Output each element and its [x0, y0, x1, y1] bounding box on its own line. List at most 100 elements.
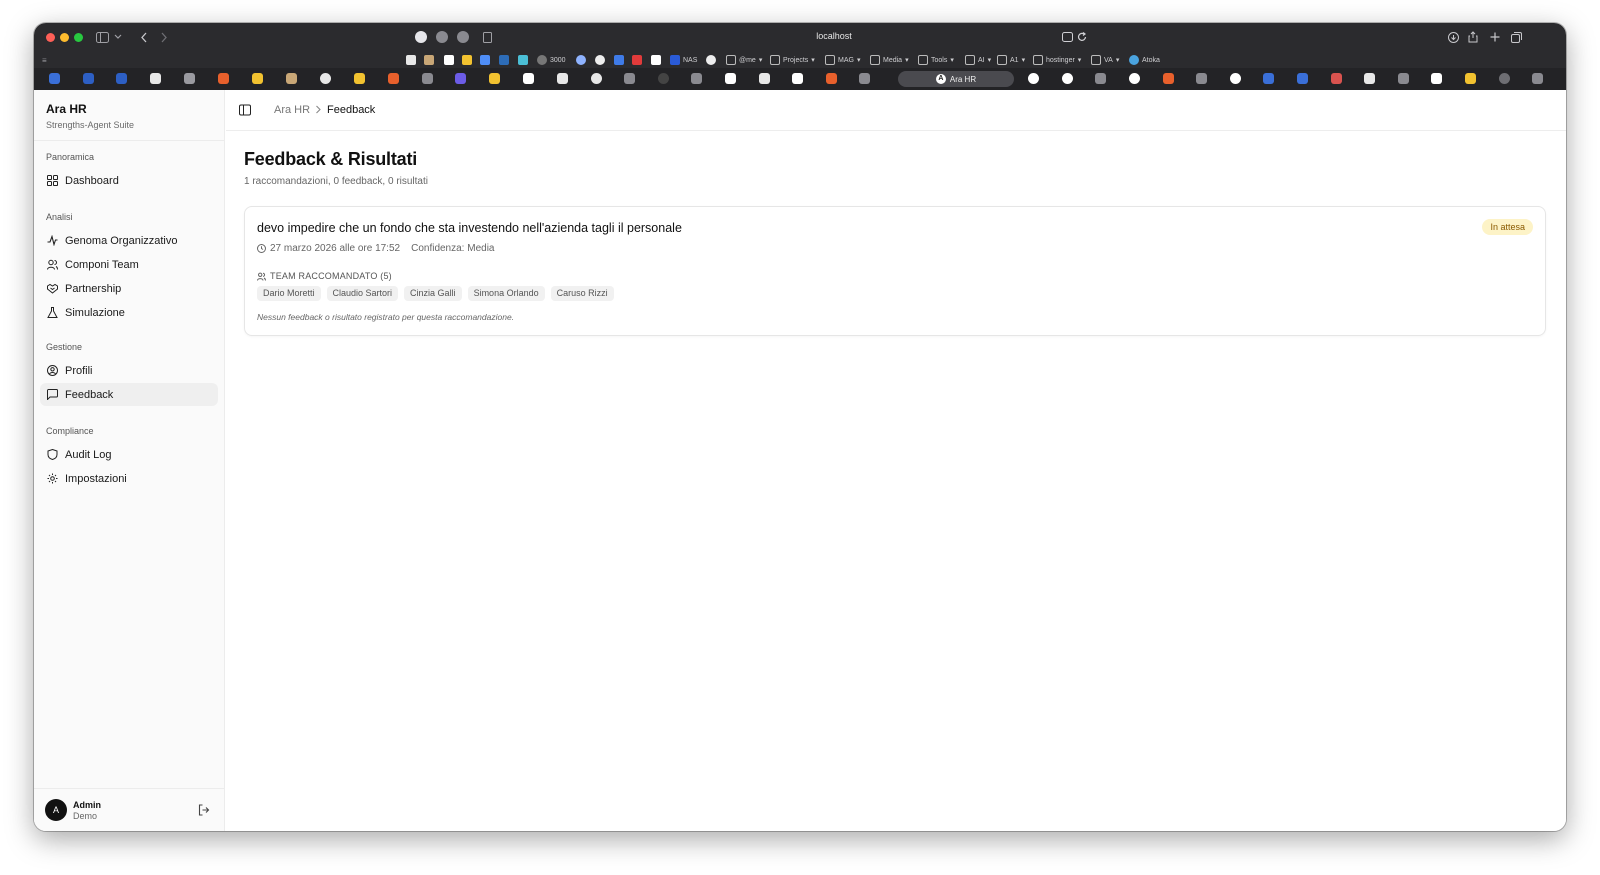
pinned-tab-icon[interactable]	[184, 73, 195, 84]
pinned-tab-icon[interactable]	[1028, 73, 1039, 84]
bookmark-icon[interactable]	[632, 52, 642, 68]
bookmark-atoka[interactable]: Atoka	[1129, 52, 1160, 68]
download-icon[interactable]	[1448, 32, 1459, 43]
pinned-tab-icon[interactable]	[388, 73, 399, 84]
pinned-tab-icon[interactable]	[792, 73, 803, 84]
minimize-window-button[interactable]	[60, 33, 69, 42]
pinned-tab-icon[interactable]	[1095, 73, 1106, 84]
pinned-tab-icon[interactable]	[1431, 73, 1442, 84]
bookmark-icon[interactable]	[614, 52, 624, 68]
bookmark-icon[interactable]	[706, 52, 716, 68]
breadcrumb-parent[interactable]: Ara HR	[274, 104, 310, 116]
forward-icon[interactable]	[160, 32, 168, 43]
sidebar-item-impostazioni[interactable]: Impostazioni	[40, 467, 218, 490]
bookmark-icon[interactable]	[480, 52, 490, 68]
pinned-tab-icon[interactable]	[1465, 73, 1476, 84]
sidebar-item-profili[interactable]: Profili	[40, 359, 218, 382]
extension-icon[interactable]	[436, 31, 448, 43]
extension-icon[interactable]	[457, 31, 469, 43]
pinned-tab-icon[interactable]	[150, 73, 161, 84]
pinned-tab-icon[interactable]	[759, 73, 770, 84]
pinned-tab-icon[interactable]	[691, 73, 702, 84]
pinned-tab-icon[interactable]	[1364, 73, 1375, 84]
pinned-tab-icon[interactable]	[1331, 73, 1342, 84]
bookmark-icon[interactable]	[499, 52, 509, 68]
pinned-tab-icon[interactable]	[1532, 73, 1543, 84]
pinned-tab-icon[interactable]	[455, 73, 466, 84]
pinned-tab-icon[interactable]	[1499, 73, 1510, 84]
pinned-tab-icon[interactable]	[523, 73, 534, 84]
pinned-tab-icon[interactable]	[218, 73, 229, 84]
pinned-tab-icon[interactable]	[489, 73, 500, 84]
bookmark-folder-ai[interactable]: AI ▾	[965, 52, 991, 68]
pinned-tab-icon[interactable]	[826, 73, 837, 84]
bookmark-icon[interactable]	[518, 52, 528, 68]
pinned-tab-icon[interactable]	[557, 73, 568, 84]
sidebar-item-audit-log[interactable]: Audit Log	[40, 443, 218, 466]
chevron-down-icon[interactable]	[114, 34, 122, 40]
close-window-button[interactable]	[46, 33, 55, 42]
recommendation-card[interactable]: devo impedire che un fondo che sta inves…	[244, 206, 1546, 336]
bookmark-folder-me[interactable]: @me ▾	[726, 52, 762, 68]
bookmark-3000[interactable]: 3000	[537, 52, 566, 68]
sidebar-item-componi-team[interactable]: Componi Team	[40, 253, 218, 276]
pinned-tab-icon[interactable]	[1062, 73, 1073, 84]
logout-icon[interactable]	[198, 804, 210, 816]
bookmark-folder-projects[interactable]: Projects ▾	[770, 52, 815, 68]
pinned-tab-icon[interactable]	[422, 73, 433, 84]
bookmark-icon[interactable]	[444, 52, 454, 68]
share-icon[interactable]	[1468, 31, 1478, 43]
pinned-tab-icon[interactable]	[1163, 73, 1174, 84]
bookmark-icon[interactable]	[576, 52, 586, 68]
maximize-window-button[interactable]	[74, 33, 83, 42]
pinned-tab-icon[interactable]	[320, 73, 331, 84]
sidebar-item-dashboard[interactable]: Dashboard	[40, 169, 218, 192]
pinned-tab-icon[interactable]	[286, 73, 297, 84]
tab-overview-icon[interactable]	[1511, 32, 1522, 43]
back-icon[interactable]	[140, 32, 148, 43]
pinned-tab-icon[interactable]	[354, 73, 365, 84]
tab-ara-hr[interactable]: A Ara HR	[898, 71, 1014, 87]
pinned-tab-icon[interactable]	[252, 73, 263, 84]
pinned-tab-icon[interactable]	[591, 73, 602, 84]
sidebar-toggle-icon[interactable]	[96, 32, 109, 43]
pinned-tab-icon[interactable]	[1263, 73, 1274, 84]
pinned-tab-icon[interactable]	[1398, 73, 1409, 84]
new-tab-icon[interactable]	[1490, 32, 1500, 42]
pinned-tab-icon[interactable]	[1129, 73, 1140, 84]
bookmark-icon[interactable]	[406, 52, 416, 68]
menu-icon[interactable]: ≡	[42, 54, 47, 68]
extension-icon[interactable]	[415, 31, 427, 43]
reload-icon[interactable]	[1077, 32, 1087, 42]
bookmark-icon[interactable]	[462, 52, 472, 68]
bookmark-folder-media[interactable]: Media ▾	[870, 52, 909, 68]
pinned-tab-icon[interactable]	[624, 73, 635, 84]
sidebar-toggle-icon[interactable]	[239, 104, 251, 116]
pinned-tab-icon[interactable]	[83, 73, 94, 84]
sidebar-item-genoma-organizzativo[interactable]: Genoma Organizzativo	[40, 229, 218, 252]
pinned-tab-icon[interactable]	[859, 73, 870, 84]
bookmark-folder-hostinger[interactable]: hostinger ▾	[1033, 52, 1081, 68]
sidebar-item-simulazione[interactable]: Simulazione	[40, 301, 218, 324]
bookmark-folder-mag[interactable]: MAG ▾	[825, 52, 860, 68]
bookmark-folder-a1[interactable]: A1 ▾	[997, 52, 1025, 68]
avatar[interactable]: A	[45, 799, 67, 821]
pinned-tab-icon[interactable]	[658, 73, 669, 84]
pinned-tab-icon[interactable]	[49, 73, 60, 84]
address-bar[interactable]: localhost	[734, 31, 934, 41]
bookmark-folder-va[interactable]: VA ▾	[1091, 52, 1119, 68]
pinned-tab-icon[interactable]	[1196, 73, 1207, 84]
bookmark-icon[interactable]	[595, 52, 605, 68]
pinned-tab-icon[interactable]	[725, 73, 736, 84]
sidebar-item-partnership[interactable]: Partnership	[40, 277, 218, 300]
bookmark-icon[interactable]	[651, 52, 661, 68]
translate-icon[interactable]	[1062, 32, 1073, 42]
sidebar-item-feedback[interactable]: Feedback	[40, 383, 218, 406]
reader-icon[interactable]	[483, 32, 492, 43]
pinned-tab-icon[interactable]	[116, 73, 127, 84]
pinned-tab-icon[interactable]	[1297, 73, 1308, 84]
bookmark-folder-tools[interactable]: Tools ▾	[918, 52, 954, 68]
bookmark-nas[interactable]: NAS	[670, 52, 697, 68]
pinned-tab-icon[interactable]	[1230, 73, 1241, 84]
bookmark-icon[interactable]	[424, 52, 434, 68]
